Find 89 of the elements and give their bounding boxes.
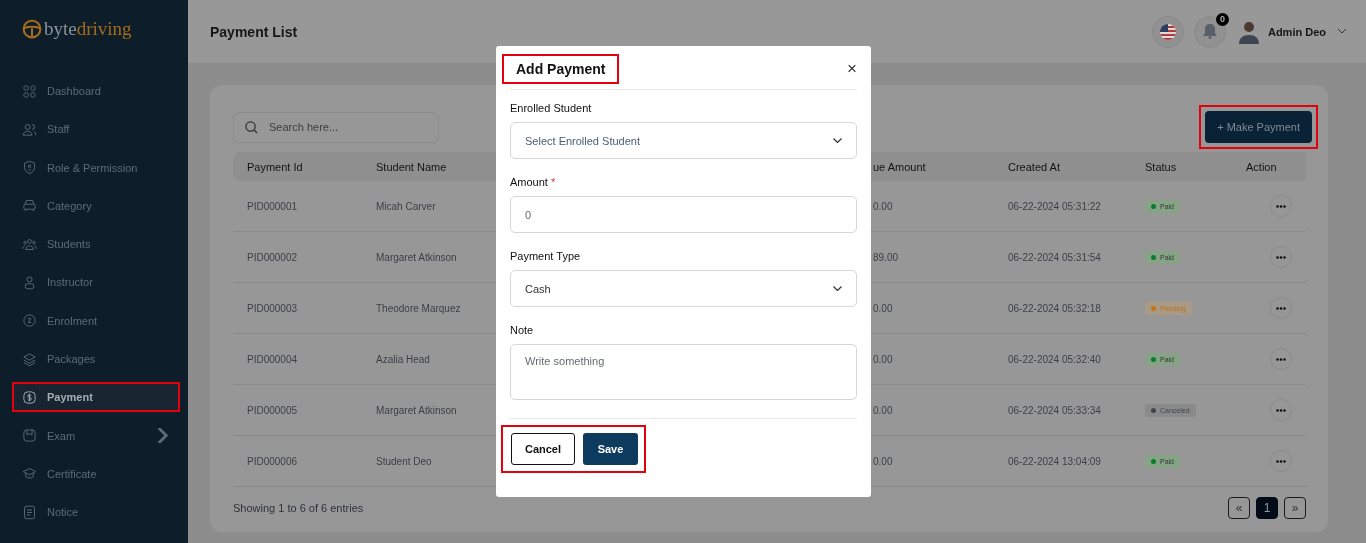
table-cell: PID000004 <box>247 353 298 365</box>
note-icon <box>22 504 37 520</box>
table-cell: PID000002 <box>247 251 298 263</box>
table-cell: Margaret Atkinson <box>376 404 457 416</box>
column-header: ue Amount <box>873 160 926 173</box>
make-payment-button[interactable]: + Make Payment <box>1205 111 1312 143</box>
ellipsis-icon <box>1276 204 1286 208</box>
dialog-title: Add Payment <box>502 54 620 84</box>
pagination-button[interactable]: « <box>1228 497 1250 519</box>
table-cell: 0.00 <box>873 200 893 212</box>
table-cell: PID000006 <box>247 455 298 467</box>
table-cell: 06-22-2024 13:04:09 <box>1008 455 1101 467</box>
cap-icon <box>22 466 37 482</box>
sidebar-item[interactable]: Payment <box>12 382 180 413</box>
pagination-button[interactable]: 1 <box>1256 497 1278 519</box>
brand-logo: bytedriving <box>44 18 132 40</box>
car-icon <box>22 198 37 214</box>
sidebar-item[interactable]: Exam <box>12 420 180 451</box>
column-header: Action <box>1246 160 1277 173</box>
table-cell: 06-22-2024 05:31:54 <box>1008 251 1101 263</box>
notification-button[interactable]: 0 <box>1193 15 1226 48</box>
table-cell: PID000005 <box>247 404 298 416</box>
users-icon <box>22 121 37 137</box>
note-field[interactable]: Write something <box>510 344 857 400</box>
sidebar-item[interactable]: Students <box>12 229 180 260</box>
table-cell: 06-22-2024 05:33:34 <box>1008 404 1101 416</box>
search-icon <box>245 120 258 134</box>
sidebar-item[interactable]: Enrolment <box>12 305 180 336</box>
sidebar-item[interactable]: Staff <box>12 114 180 145</box>
chevron-down-icon <box>833 286 842 291</box>
layers-icon <box>22 351 37 367</box>
dollar-icon <box>22 389 37 405</box>
close-button[interactable]: × <box>847 59 857 79</box>
pagination-button[interactable]: » <box>1284 497 1306 519</box>
sidebar-item[interactable]: Packages <box>12 344 180 375</box>
table-cell: Azalia Head <box>376 353 430 365</box>
cancel-button[interactable]: Cancel <box>511 433 575 465</box>
page-title: Payment List <box>210 23 299 40</box>
column-header: Status <box>1145 160 1177 173</box>
table-cell: Micah Carver <box>376 200 436 212</box>
table-cell: PID000003 <box>247 302 298 314</box>
column-header: Created At <box>1008 160 1060 173</box>
user-name[interactable]: Admin Deo <box>1267 25 1326 38</box>
chevron-down-icon <box>833 138 842 143</box>
sidebar-item[interactable]: Notice <box>12 497 180 528</box>
column-header: Payment Id <box>247 160 303 173</box>
amount-field[interactable]: 0 <box>510 196 857 233</box>
chevron-down-icon[interactable] <box>1338 29 1346 34</box>
table-cell: 0.00 <box>873 353 893 365</box>
field-label: Payment Type <box>510 250 582 262</box>
table-cell: PID000001 <box>247 200 298 212</box>
table-cell: 0.00 <box>873 404 893 416</box>
avatar-icon <box>1237 19 1260 44</box>
table-cell: Theodore Marquez <box>376 302 461 314</box>
field-label: Amount * <box>510 176 557 188</box>
select-field[interactable]: Select Enrolled Student <box>510 122 857 159</box>
search-field[interactable]: Search here... <box>233 111 439 143</box>
sidebar-item[interactable]: Certificate <box>12 458 180 489</box>
table-cell: Margaret Atkinson <box>376 251 457 263</box>
table-cell: Student Deo <box>376 455 432 467</box>
ellipsis-icon <box>1276 357 1286 361</box>
group-icon <box>22 236 37 252</box>
table-cell: 0.00 <box>873 455 893 467</box>
bell-icon <box>1202 24 1217 39</box>
shield-icon <box>22 160 37 176</box>
sidebar-item[interactable]: Dashboard <box>12 76 180 106</box>
table-cell: 06-22-2024 05:31:22 <box>1008 200 1101 212</box>
column-header: Student Name <box>376 160 447 173</box>
steering-wheel-icon <box>22 19 42 39</box>
table-cell: 06-22-2024 05:32:40 <box>1008 353 1101 365</box>
field-label: Note <box>510 324 535 336</box>
ellipsis-icon <box>1276 459 1286 463</box>
entries-info: Showing 1 to 6 of 6 entries <box>233 502 364 514</box>
notification-count: 0 <box>1215 12 1229 26</box>
user-icon <box>22 275 37 290</box>
ellipsis-icon <box>1276 255 1286 259</box>
grid-icon <box>22 83 37 99</box>
table-cell: 0.00 <box>873 302 893 314</box>
flag-icon <box>1159 23 1176 40</box>
sidebar-item[interactable]: Role & Permission <box>12 152 180 183</box>
table-cell: 06-22-2024 05:32:18 <box>1008 302 1101 314</box>
sidebar-item[interactable]: Instructor <box>12 267 180 298</box>
save-button[interactable]: Save <box>583 433 638 465</box>
ellipsis-icon <box>1276 408 1286 412</box>
table-cell: 89.00 <box>873 251 899 263</box>
select-field[interactable]: Cash <box>510 270 857 307</box>
sidebar-item[interactable]: Category <box>12 190 180 221</box>
field-label: Enrolled Student <box>510 102 593 114</box>
ellipsis-icon <box>1276 306 1286 310</box>
